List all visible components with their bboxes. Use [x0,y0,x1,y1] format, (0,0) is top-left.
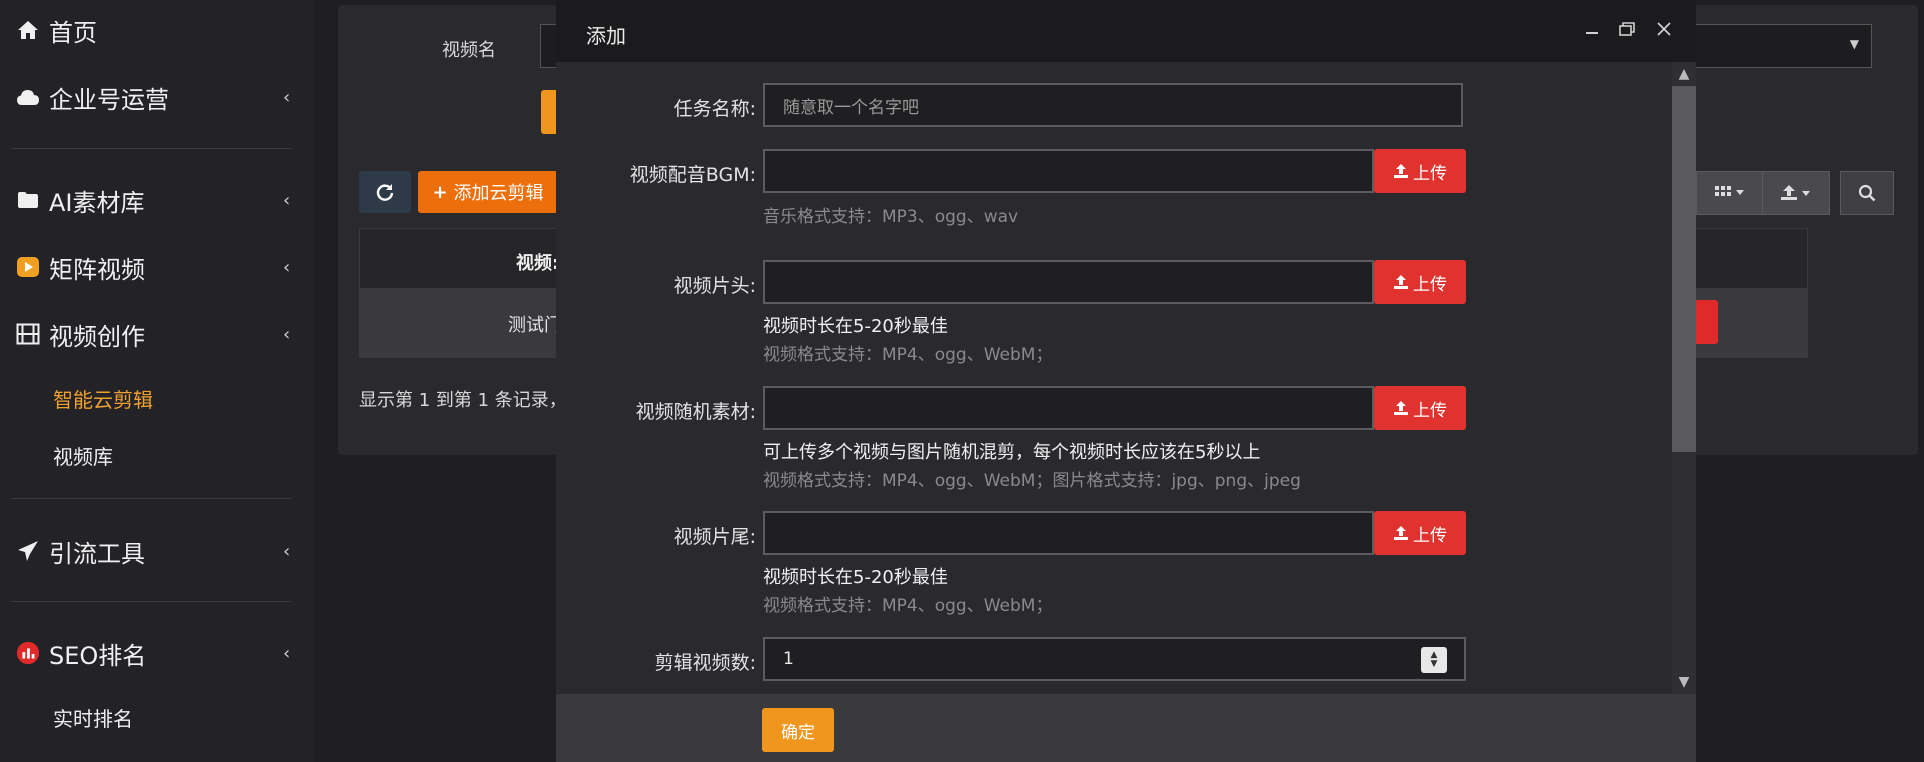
upload-icon [1394,275,1408,289]
outro-file-input[interactable] [763,511,1374,555]
upload-label: 上传 [1413,525,1447,546]
bgm-label: 视频配音BGM: [629,164,756,186]
add-modal: 添加 任务名称: 随意取一个名字吧 视频配音BGM: 上传 音乐格式支持：MP3… [556,0,1696,762]
task-name-label: 任务名称: [673,98,756,120]
quantity-stepper[interactable]: ▲ ▼ [1421,647,1447,673]
stepper-down-icon[interactable]: ▼ [1431,660,1438,669]
add-clip-label: 添加云剪辑 [453,183,544,204]
play-badge-icon [16,255,40,279]
columns-toggle-button[interactable] [1696,171,1764,215]
chevron-icon: ‹ [283,642,291,664]
chevron-icon: ‹ [283,86,291,108]
upload-label: 上传 [1413,274,1447,295]
outro-label: 视频片尾: [673,526,756,548]
home-icon [16,18,40,42]
clip-count-input[interactable]: 1 [763,637,1466,681]
bgm-upload-button[interactable]: 上传 [1374,149,1466,193]
refresh-button[interactable] [359,171,411,213]
add-clip-button[interactable]: + 添加云剪辑 [418,171,558,213]
modal-footer: 确定 [556,694,1696,762]
upload-label: 上传 [1413,163,1447,184]
modal-title: 添加 [586,24,626,48]
random-material-hint-format: 视频格式支持：MP4、ogg、WebM；图片格式支持：jpg、png、jpeg [763,471,1301,491]
chart-badge-icon [16,641,40,665]
intro-label: 视频片头: [673,275,756,297]
nav-enterprise-label: 企业号运营 [49,85,169,114]
sidebar-divider [11,601,291,602]
caret-down-icon: ▼ [1849,37,1859,51]
grid-icon [1715,186,1744,196]
upload-icon [1394,526,1408,540]
table-cell: 测试门 [508,315,562,336]
bgm-file-input[interactable] [763,149,1374,193]
refresh-icon [376,184,394,201]
nav-seo-ranking-label: SEO排名 [49,641,147,670]
sidebar-divider [11,498,291,499]
outro-hint-duration: 视频时长在5-20秒最佳 [763,567,948,588]
task-name-input[interactable]: 随意取一个名字吧 [763,83,1463,127]
nav-ai-library[interactable]: AI素材库 ‹ [0,175,313,225]
minimize-icon[interactable] [1581,18,1603,40]
cloud-icon [16,85,40,109]
film-icon [16,322,40,346]
nav-home-label: 首页 [49,18,97,47]
upload-icon [1394,401,1408,415]
nav-realtime-ranking[interactable]: 实时排名 [53,703,133,732]
modal-header: 添加 [556,0,1696,62]
intro-hint-format: 视频格式支持：MP4、ogg、WebM； [763,345,1053,365]
intro-hint-duration: 视频时长在5-20秒最佳 [763,316,948,337]
upload-label: 上传 [1413,400,1447,421]
nav-enterprise[interactable]: 企业号运营 ‹ [0,72,313,122]
scroll-down-icon[interactable]: ▼ [1676,674,1692,690]
paper-plane-icon [16,539,40,563]
table-header-cell: 视频: [516,253,560,274]
scrollbar-thumb[interactable] [1672,86,1696,452]
nav-matrix-video[interactable]: 矩阵视频 ‹ [0,242,313,292]
nav-ai-library-label: AI素材库 [49,188,145,217]
outro-upload-button[interactable]: 上传 [1374,511,1466,555]
nav-video-creation[interactable]: 视频创作 ‹ [0,309,313,359]
outro-hint-format: 视频格式支持：MP4、ogg、WebM； [763,596,1053,616]
random-material-hint-mix: 可上传多个视频与图片随机混剪，每个视频时长应该在5秒以上 [763,442,1261,463]
intro-upload-button[interactable]: 上传 [1374,260,1466,304]
scroll-up-icon[interactable]: ▲ [1676,66,1692,82]
restore-icon[interactable] [1616,18,1638,40]
video-name-label: 视频名 [442,40,496,61]
filter-select[interactable]: ▼ [1694,24,1872,68]
random-material-file-input[interactable] [763,386,1374,430]
search-button[interactable] [1840,171,1894,215]
nav-home[interactable]: 首页 [0,5,313,55]
search-icon [1858,184,1876,202]
nav-video-creation-label: 视频创作 [49,322,145,351]
chevron-icon: ‹ [283,189,291,211]
nav-smart-cloud-clip[interactable]: 智能云剪辑 [53,384,153,413]
confirm-button[interactable]: 确定 [762,708,834,752]
plus-icon: + [432,181,448,203]
random-material-label: 视频随机素材: [635,401,756,423]
upload-icon [1394,164,1408,178]
intro-file-input[interactable] [763,260,1374,304]
random-material-upload-button[interactable]: 上传 [1374,386,1466,430]
nav-traffic-tools[interactable]: 引流工具 ‹ [0,526,313,576]
chevron-icon: ‹ [283,323,291,345]
close-icon[interactable] [1653,18,1675,40]
folder-icon [16,188,40,212]
modal-body: 任务名称: 随意取一个名字吧 视频配音BGM: 上传 音乐格式支持：MP3、og… [556,62,1696,694]
chevron-icon: ‹ [283,540,291,562]
nav-matrix-video-label: 矩阵视频 [49,255,145,284]
pagination-text: 显示第 1 到第 1 条记录， [359,390,567,411]
bgm-hint: 音乐格式支持：MP3、ogg、wav [763,207,1019,227]
sidebar-divider [11,148,291,149]
export-button[interactable] [1762,171,1830,215]
export-icon [1781,185,1810,200]
clip-count-label: 剪辑视频数: [654,652,756,674]
nav-seo-ranking[interactable]: SEO排名 ‹ [0,628,313,678]
nav-video-library[interactable]: 视频库 [53,441,113,470]
sidebar: 首页 企业号运营 ‹ AI素材库 ‹ 矩阵视频 ‹ 视频创作 ‹ 智能云剪辑 视… [0,0,313,762]
nav-traffic-tools-label: 引流工具 [49,539,145,568]
chevron-icon: ‹ [283,256,291,278]
